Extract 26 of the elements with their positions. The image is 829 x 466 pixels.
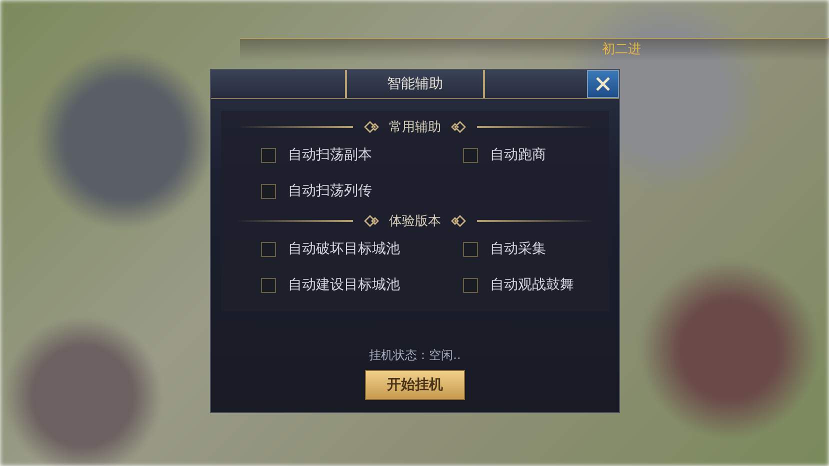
option-checkbox[interactable]: 自动采集: [463, 239, 609, 259]
close-button[interactable]: [587, 70, 619, 98]
checkbox[interactable]: [261, 184, 276, 198]
dialog-title: 智能辅助: [345, 70, 485, 98]
diamond-ornament-icon: [451, 215, 467, 227]
top-bar-label: 初二进: [602, 41, 641, 59]
option-checkbox[interactable]: 自动观战鼓舞: [463, 275, 609, 295]
checkbox[interactable]: [463, 242, 478, 256]
checkbox[interactable]: [463, 148, 478, 162]
diamond-ornament-icon: [363, 121, 379, 133]
checkbox[interactable]: [261, 148, 276, 162]
option-checkbox[interactable]: 自动跑商: [463, 145, 609, 165]
option-checkbox[interactable]: 自动扫荡列传: [261, 181, 463, 201]
diamond-ornament-icon: [451, 121, 467, 133]
option-checkbox[interactable]: 自动扫荡副本: [261, 145, 463, 165]
diamond-ornament-icon: [363, 215, 379, 227]
checkbox[interactable]: [463, 278, 478, 292]
checkbox[interactable]: [261, 278, 276, 292]
checkbox[interactable]: [261, 242, 276, 256]
start-button[interactable]: 开始挂机: [365, 370, 465, 400]
section-title: 常用辅助: [389, 119, 441, 136]
option-checkbox[interactable]: 自动破坏目标城池: [261, 239, 463, 259]
close-icon: [595, 76, 611, 92]
idle-status: 挂机状态：空闲..: [369, 347, 461, 364]
option-checkbox[interactable]: 自动建设目标城池: [261, 275, 463, 295]
section-title: 体验版本: [389, 213, 441, 230]
